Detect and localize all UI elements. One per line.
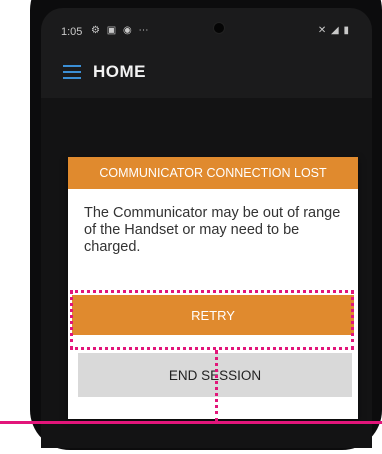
- retry-button[interactable]: RETRY: [72, 295, 354, 335]
- status-time: 1:05: [61, 26, 83, 38]
- app-bar: HOME: [41, 48, 372, 98]
- status-bar: 1:05 ⚙ ▣ ◉ ⋯ ✕ ◢ ▮: [41, 8, 372, 48]
- end-session-button[interactable]: END SESSION: [78, 353, 352, 397]
- page-title: HOME: [93, 62, 146, 81]
- front-camera: [213, 22, 225, 34]
- dialog-title: COMMUNICATOR CONNECTION LOST: [68, 157, 358, 189]
- notification-icons: ⚙ ▣ ◉ ⋯: [91, 25, 151, 36]
- signal-battery-icons: ✕ ◢ ▮: [317, 25, 350, 36]
- connection-lost-dialog: COMMUNICATOR CONNECTION LOST The Communi…: [68, 157, 358, 419]
- dialog-message: The Communicator may be out of range of …: [84, 205, 341, 255]
- hamburger-menu-icon[interactable]: [63, 65, 81, 79]
